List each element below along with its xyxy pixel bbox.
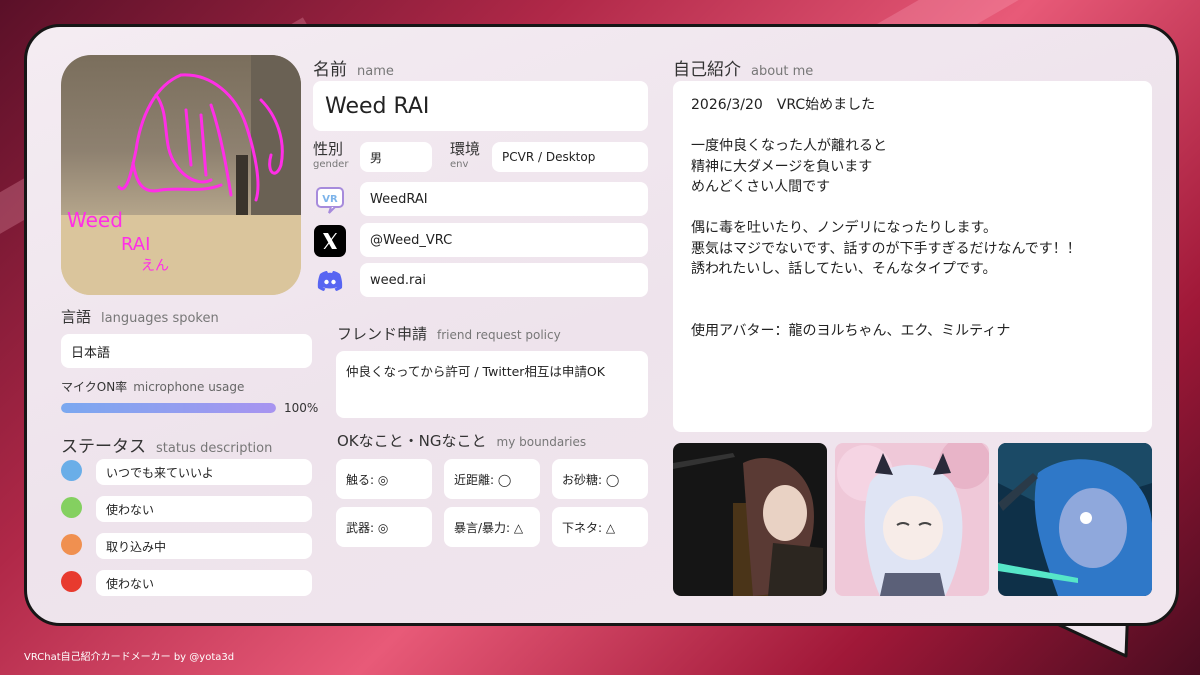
about-line: 悪気はマジでないです、話すのが下手すぎるだけなんです！！: [691, 240, 1081, 257]
gender-value: 男: [360, 142, 432, 172]
svg-text:VR: VR: [322, 194, 338, 205]
status-text: 取り込み中: [96, 533, 312, 559]
status-text: いつでも来ていいよ: [96, 459, 312, 485]
discord-id: weed.rai: [360, 263, 648, 297]
languages-title: 言語 languages spoken: [61, 308, 219, 326]
about-line: [691, 198, 1134, 219]
boundary-item: 触る: ◎: [336, 459, 432, 499]
status-title: ステータス status description: [61, 437, 273, 457]
boundary-item: お砂糖: ◯: [552, 459, 648, 499]
avatar-scribble-text: RAI: [121, 234, 150, 255]
about-line: 誘われたいし、話してたい、そんなタイプです。: [691, 261, 997, 277]
footer-credit: VRChat自己紹介カードメーカー by @yota3d: [24, 652, 235, 663]
status-text: 使わない: [96, 570, 312, 596]
mic-usage-label: マイクON率 microphone usage: [61, 380, 245, 394]
boundary-item: 武器: ◎: [336, 507, 432, 547]
name-title: 名前 name: [313, 60, 394, 80]
name-value: Weed RAI: [313, 81, 648, 131]
languages-value: 日本語: [61, 334, 312, 368]
discord-icon: [314, 265, 346, 297]
mic-usage-value: 100%: [284, 401, 319, 415]
vrchat-icon: VR: [314, 184, 346, 216]
avatar-scribble-text: えん: [141, 258, 169, 274]
env-value: PCVR / Desktop: [492, 142, 648, 172]
about-line: 2026/3/20 VRC始めました: [691, 97, 876, 113]
env-label: 環境 env: [450, 140, 481, 170]
mic-usage-bar: [61, 403, 276, 413]
status-text: 使わない: [96, 496, 312, 522]
avatar-screenshot: [835, 443, 989, 596]
about-text: 2026/3/20 VRC始めました 一度仲良くなった人が離れると 精神に大ダメ…: [673, 81, 1152, 432]
gender-label: 性別 gender: [313, 140, 349, 170]
avatar-screenshot: [998, 443, 1152, 596]
about-line: [691, 300, 1134, 321]
status-dot-green: [61, 497, 82, 518]
about-line: 一度仲良くなった人が離れると: [691, 138, 887, 154]
x-handle: @Weed_VRC: [360, 223, 648, 257]
friend-request-title: フレンド申請 friend request policy: [337, 325, 561, 343]
x-icon: [314, 225, 346, 257]
boundary-item: 暴言/暴力: △: [444, 507, 540, 547]
boundary-item: 近距離: ◯: [444, 459, 540, 499]
about-line: [691, 116, 1134, 137]
about-line: 偶に毒を吐いたり、ノンデリになったりします。: [691, 220, 998, 236]
boundary-item: 下ネタ: △: [552, 507, 648, 547]
avatar-screenshot: [673, 443, 827, 596]
status-dot-blue: [61, 460, 82, 481]
about-title: 自己紹介 about me: [673, 60, 814, 80]
about-line: 精神に大ダメージを負います: [691, 158, 873, 175]
avatar-scribble-text: Weed: [67, 208, 123, 232]
boundaries-title: OKなこと・NGなこと my boundaries: [337, 432, 587, 450]
friend-request-policy: 仲良くなってから許可 / Twitter相互は申請OK: [336, 351, 648, 418]
status-dot-orange: [61, 534, 82, 555]
avatar-photo: Weed RAI えん: [61, 55, 301, 295]
vrchat-id: WeedRAI: [360, 182, 648, 216]
about-line: [691, 280, 1134, 301]
mic-usage-fill: [61, 403, 276, 413]
about-line: めんどくさい人間です: [691, 179, 831, 195]
status-dot-red: [61, 571, 82, 592]
about-line: 使用アバター：龍のヨルちゃん、エク、ミルティナ: [691, 322, 1011, 339]
